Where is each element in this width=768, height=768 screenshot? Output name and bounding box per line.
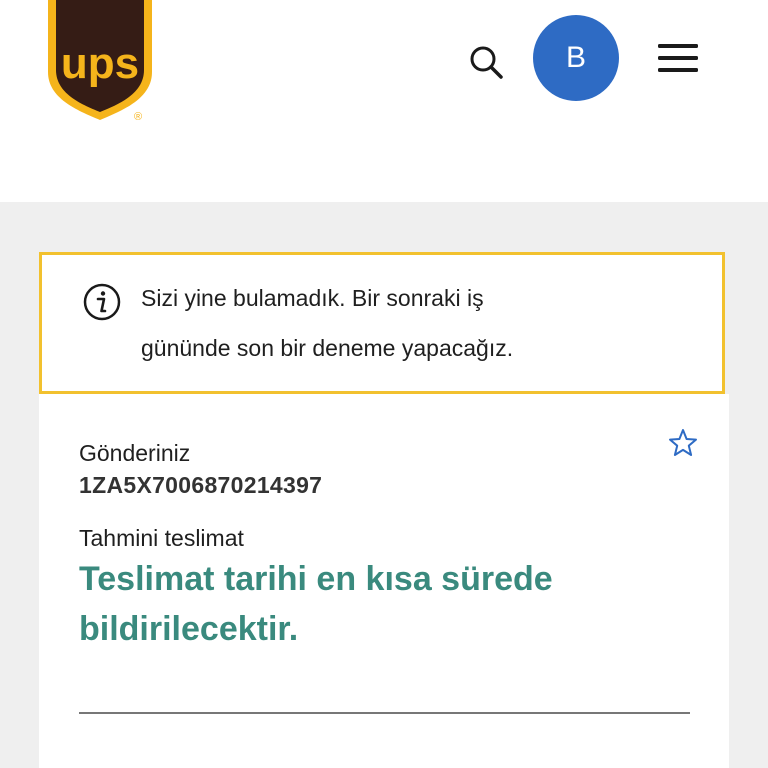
- alert-line-2: gününde son bir deneme yapacağız.: [141, 335, 514, 361]
- estimated-delivery-status: Teslimat tarihi en kısa sürede bildirile…: [79, 554, 679, 654]
- avatar-initial: B: [565, 41, 586, 74]
- delivery-alert: Sizi yine bulamadık. Bir sonraki iş günü…: [39, 252, 725, 394]
- shipment-card: Gönderiniz 1ZA5X7006870214397 Tahmini te…: [39, 394, 729, 768]
- estimated-delivery-label: Tahmini teslimat: [79, 525, 244, 551]
- tracking-number: 1ZA5X7006870214397: [79, 472, 323, 498]
- divider: [79, 712, 690, 714]
- header: ups ® B: [0, 0, 768, 202]
- registered-mark: ®: [134, 111, 142, 123]
- hamburger-menu-icon[interactable]: [654, 38, 702, 78]
- search-icon[interactable]: [466, 42, 506, 82]
- delivery-status-line-2: bildirilecektir.: [79, 610, 299, 648]
- ups-tracking-page: ups ® B Sizi yine bulamadık. Bir sonraki…: [0, 0, 768, 768]
- ups-logo[interactable]: ups ®: [44, 0, 156, 124]
- logo-text: ups: [61, 39, 139, 88]
- shipment-label: Gönderiniz: [79, 440, 191, 466]
- alert-line-1: Sizi yine bulamadık. Bir sonraki iş: [141, 285, 484, 311]
- delivery-status-line-1: Teslimat tarihi en kısa sürede: [79, 560, 553, 598]
- star-outline-icon[interactable]: [667, 427, 699, 459]
- user-avatar-button[interactable]: B: [533, 15, 619, 101]
- alert-message: Sizi yine bulamadık. Bir sonraki iş günü…: [141, 273, 621, 373]
- info-circle-icon: [83, 283, 121, 321]
- main-content: Sizi yine bulamadık. Bir sonraki iş günü…: [0, 202, 768, 768]
